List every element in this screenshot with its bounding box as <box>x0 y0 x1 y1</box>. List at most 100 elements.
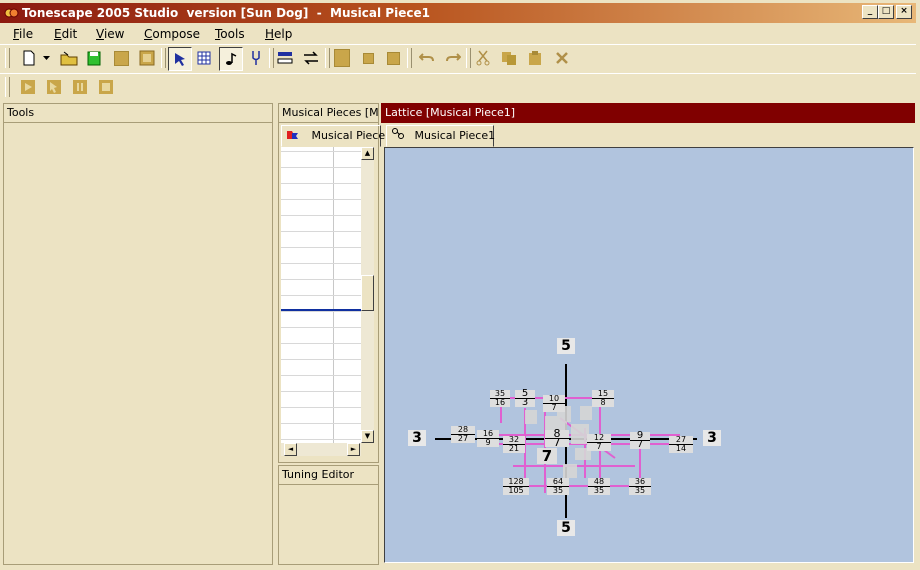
lattice-graph <box>435 364 697 518</box>
toolbar-grid-icon[interactable] <box>136 47 158 69</box>
note-icon[interactable] <box>219 47 243 71</box>
toolbar-separator-3 <box>325 48 330 68</box>
musical-piece-tab[interactable]: Musical Piece1 <box>281 125 392 147</box>
ratio-node[interactable]: 10 7 <box>543 395 565 412</box>
tools-panel: Tools <box>3 103 273 565</box>
piece-icon <box>287 131 298 139</box>
ratio-node[interactable]: 7 <box>537 448 557 464</box>
menu-file[interactable]: File <box>13 27 33 41</box>
toolbar-block-icon[interactable] <box>331 47 353 69</box>
ratio-node[interactable]: 28 27 <box>451 426 475 443</box>
tuning-editor-title: Tuning Editor <box>279 466 378 485</box>
pieces-horizontal-scrollbar[interactable]: ◄ ► <box>281 443 361 456</box>
lattice-tab[interactable]: Musical Piece1 <box>386 125 495 147</box>
ratio-node[interactable]: 97 <box>630 431 650 450</box>
list-row[interactable] <box>281 199 361 200</box>
scroll-right-button[interactable]: ► <box>347 443 360 456</box>
toolbar-grip[interactable] <box>5 48 10 68</box>
menu-compose[interactable]: Compose <box>144 27 200 41</box>
axis-label-left: 3 <box>408 430 426 446</box>
undo-icon[interactable] <box>416 47 438 69</box>
ratio-node[interactable]: 15 8 <box>592 390 614 407</box>
list-row[interactable] <box>281 375 361 376</box>
scroll-up-button[interactable]: ▲ <box>361 147 374 160</box>
list-row[interactable] <box>281 167 361 168</box>
ratio-node[interactable]: 35 16 <box>490 390 510 407</box>
list-row[interactable] <box>281 391 361 392</box>
list-row[interactable] <box>281 247 361 248</box>
axis-label-right: 3 <box>703 430 721 446</box>
toolbar-grip-2[interactable] <box>5 77 10 97</box>
ratio-node[interactable]: 32 21 <box>503 436 525 453</box>
close-button[interactable]: × <box>896 5 912 19</box>
stop-icon[interactable] <box>95 76 117 98</box>
list-row[interactable] <box>281 231 361 232</box>
lattice-icon <box>392 128 404 139</box>
delete-icon[interactable] <box>551 47 573 69</box>
copy-icon[interactable] <box>498 47 520 69</box>
ratio-node[interactable]: 27 14 <box>669 436 693 453</box>
musical-pieces-title: Musical Pieces [Musical Piece1] <box>279 104 378 123</box>
new-dropdown-icon[interactable] <box>40 47 52 69</box>
list-row[interactable] <box>281 407 361 408</box>
ratio-node[interactable]: 128 105 <box>503 478 529 495</box>
ratio-node[interactable]: 16 9 <box>477 430 499 447</box>
main-toolbar <box>0 44 916 71</box>
list-row[interactable] <box>281 151 361 152</box>
save-green-icon[interactable] <box>83 47 105 69</box>
redo-icon[interactable] <box>442 47 464 69</box>
maximize-button[interactable]: □ <box>878 5 894 19</box>
ratio-node[interactable]: 36 35 <box>629 478 651 495</box>
minimize-button[interactable]: _ <box>862 5 878 19</box>
list-row[interactable] <box>281 343 361 344</box>
scroll-left-button[interactable]: ◄ <box>284 443 297 456</box>
open-folder-icon[interactable] <box>58 47 80 69</box>
list-row[interactable] <box>281 215 361 216</box>
pieces-vertical-scrollbar[interactable]: ▲ ▼ <box>361 147 374 443</box>
paste-icon[interactable] <box>524 47 546 69</box>
menu-edit[interactable]: Edit <box>54 27 77 41</box>
menu-tools[interactable]: Tools <box>215 27 245 41</box>
window-title: Tonescape 2005 Studio version [Sun Dog] … <box>22 6 430 20</box>
ratio-node[interactable]: 48 35 <box>588 478 610 495</box>
pause-icon[interactable] <box>69 76 91 98</box>
list-row[interactable] <box>281 439 361 440</box>
list-row[interactable] <box>281 327 361 328</box>
lattice-layout-icon[interactable] <box>274 47 296 69</box>
ratio-node[interactable]: 64 35 <box>547 478 569 495</box>
list-row[interactable] <box>281 279 361 280</box>
lattice-canvas[interactable]: 5 5 3 3 35 16 53 10 7 15 8 28 27 16 9 32 21 87… <box>384 147 914 563</box>
toolbar-small-square-icon-2[interactable] <box>382 47 404 69</box>
list-row[interactable] <box>281 183 361 184</box>
play-icon[interactable] <box>17 76 39 98</box>
list-row[interactable] <box>281 359 361 360</box>
musical-piece-tab-label: Musical Piece1 <box>311 129 393 142</box>
ratio-node[interactable]: 12 7 <box>587 434 611 451</box>
toolbar-separator <box>161 48 166 68</box>
list-row[interactable] <box>281 311 361 312</box>
tuning-editor-panel: Tuning Editor <box>278 465 379 565</box>
tuning-fork-icon[interactable] <box>245 47 267 69</box>
pieces-list[interactable] <box>281 147 361 443</box>
ratio-node[interactable]: 87 <box>545 428 569 448</box>
menu-help[interactable]: Help <box>265 27 292 41</box>
new-file-icon[interactable] <box>18 47 40 69</box>
list-row[interactable] <box>281 263 361 264</box>
cut-icon[interactable] <box>472 47 494 69</box>
play-from-cursor-icon[interactable] <box>43 76 65 98</box>
toolbar-small-square-icon[interactable] <box>357 47 379 69</box>
menu-view[interactable]: View <box>96 27 124 41</box>
grid-view-icon[interactable] <box>193 47 215 69</box>
list-row[interactable] <box>281 423 361 424</box>
scroll-thumb[interactable] <box>361 275 374 311</box>
list-row[interactable] <box>281 295 361 296</box>
ratio-node[interactable]: 53 <box>515 389 535 408</box>
toolbar-separator-4 <box>407 48 412 68</box>
transform-icon[interactable] <box>300 47 322 69</box>
lattice-title-bar: Lattice [Musical Piece1] <box>381 103 915 123</box>
scroll-down-button[interactable]: ▼ <box>361 430 374 443</box>
app-icon <box>4 8 19 18</box>
toolbar-square-icon[interactable] <box>110 47 132 69</box>
select-arrow-icon[interactable] <box>168 47 192 71</box>
title-bar: Tonescape 2005 Studio version [Sun Dog] … <box>0 3 916 23</box>
